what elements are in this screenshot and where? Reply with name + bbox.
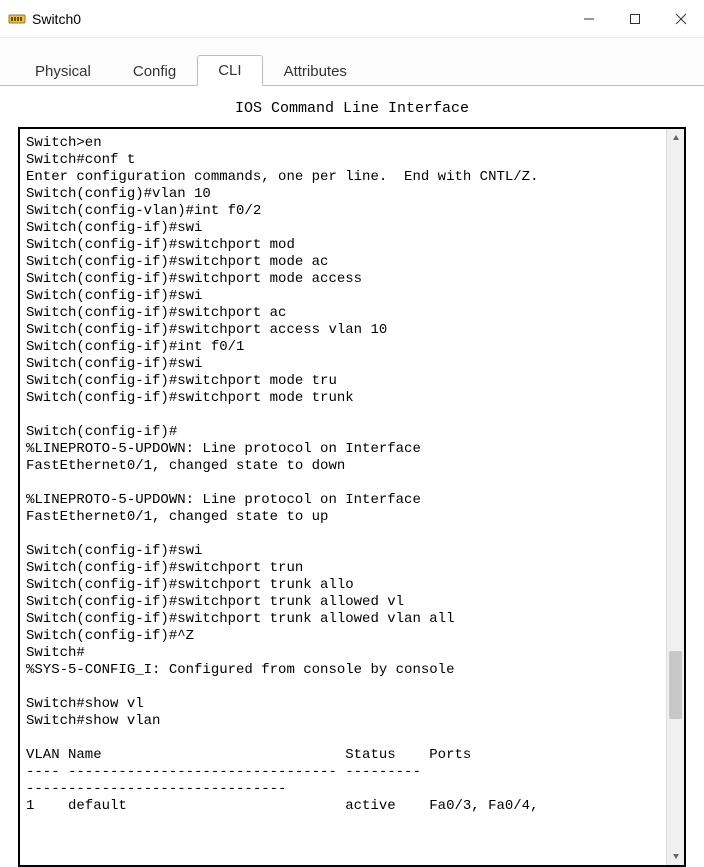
titlebar: Switch0 [0, 0, 704, 38]
scrollbar-track[interactable] [667, 147, 684, 847]
maximize-button[interactable] [612, 0, 658, 37]
panel-subtitle: IOS Command Line Interface [0, 86, 704, 127]
tab-cli[interactable]: CLI [197, 55, 262, 86]
cli-terminal[interactable]: Switch>en Switch#conf t Enter configurat… [20, 129, 666, 865]
tab-physical[interactable]: Physical [14, 56, 112, 86]
tab-attributes[interactable]: Attributes [263, 56, 368, 86]
close-button[interactable] [658, 0, 704, 37]
switch-device-icon [8, 10, 26, 28]
terminal-container: Switch>en Switch#conf t Enter configurat… [18, 127, 686, 867]
window-control-buttons [566, 0, 704, 37]
scrollbar-thumb[interactable] [669, 651, 682, 719]
tab-strip: Physical Config CLI Attributes [0, 38, 704, 86]
window-title: Switch0 [32, 11, 566, 27]
minimize-icon [583, 13, 595, 25]
scroll-up-arrow-icon[interactable] [667, 129, 684, 147]
minimize-button[interactable] [566, 0, 612, 37]
tab-config[interactable]: Config [112, 56, 197, 86]
maximize-icon [629, 13, 641, 25]
close-icon [675, 13, 687, 25]
scroll-down-arrow-icon[interactable] [667, 847, 684, 865]
vertical-scrollbar[interactable] [666, 129, 684, 865]
